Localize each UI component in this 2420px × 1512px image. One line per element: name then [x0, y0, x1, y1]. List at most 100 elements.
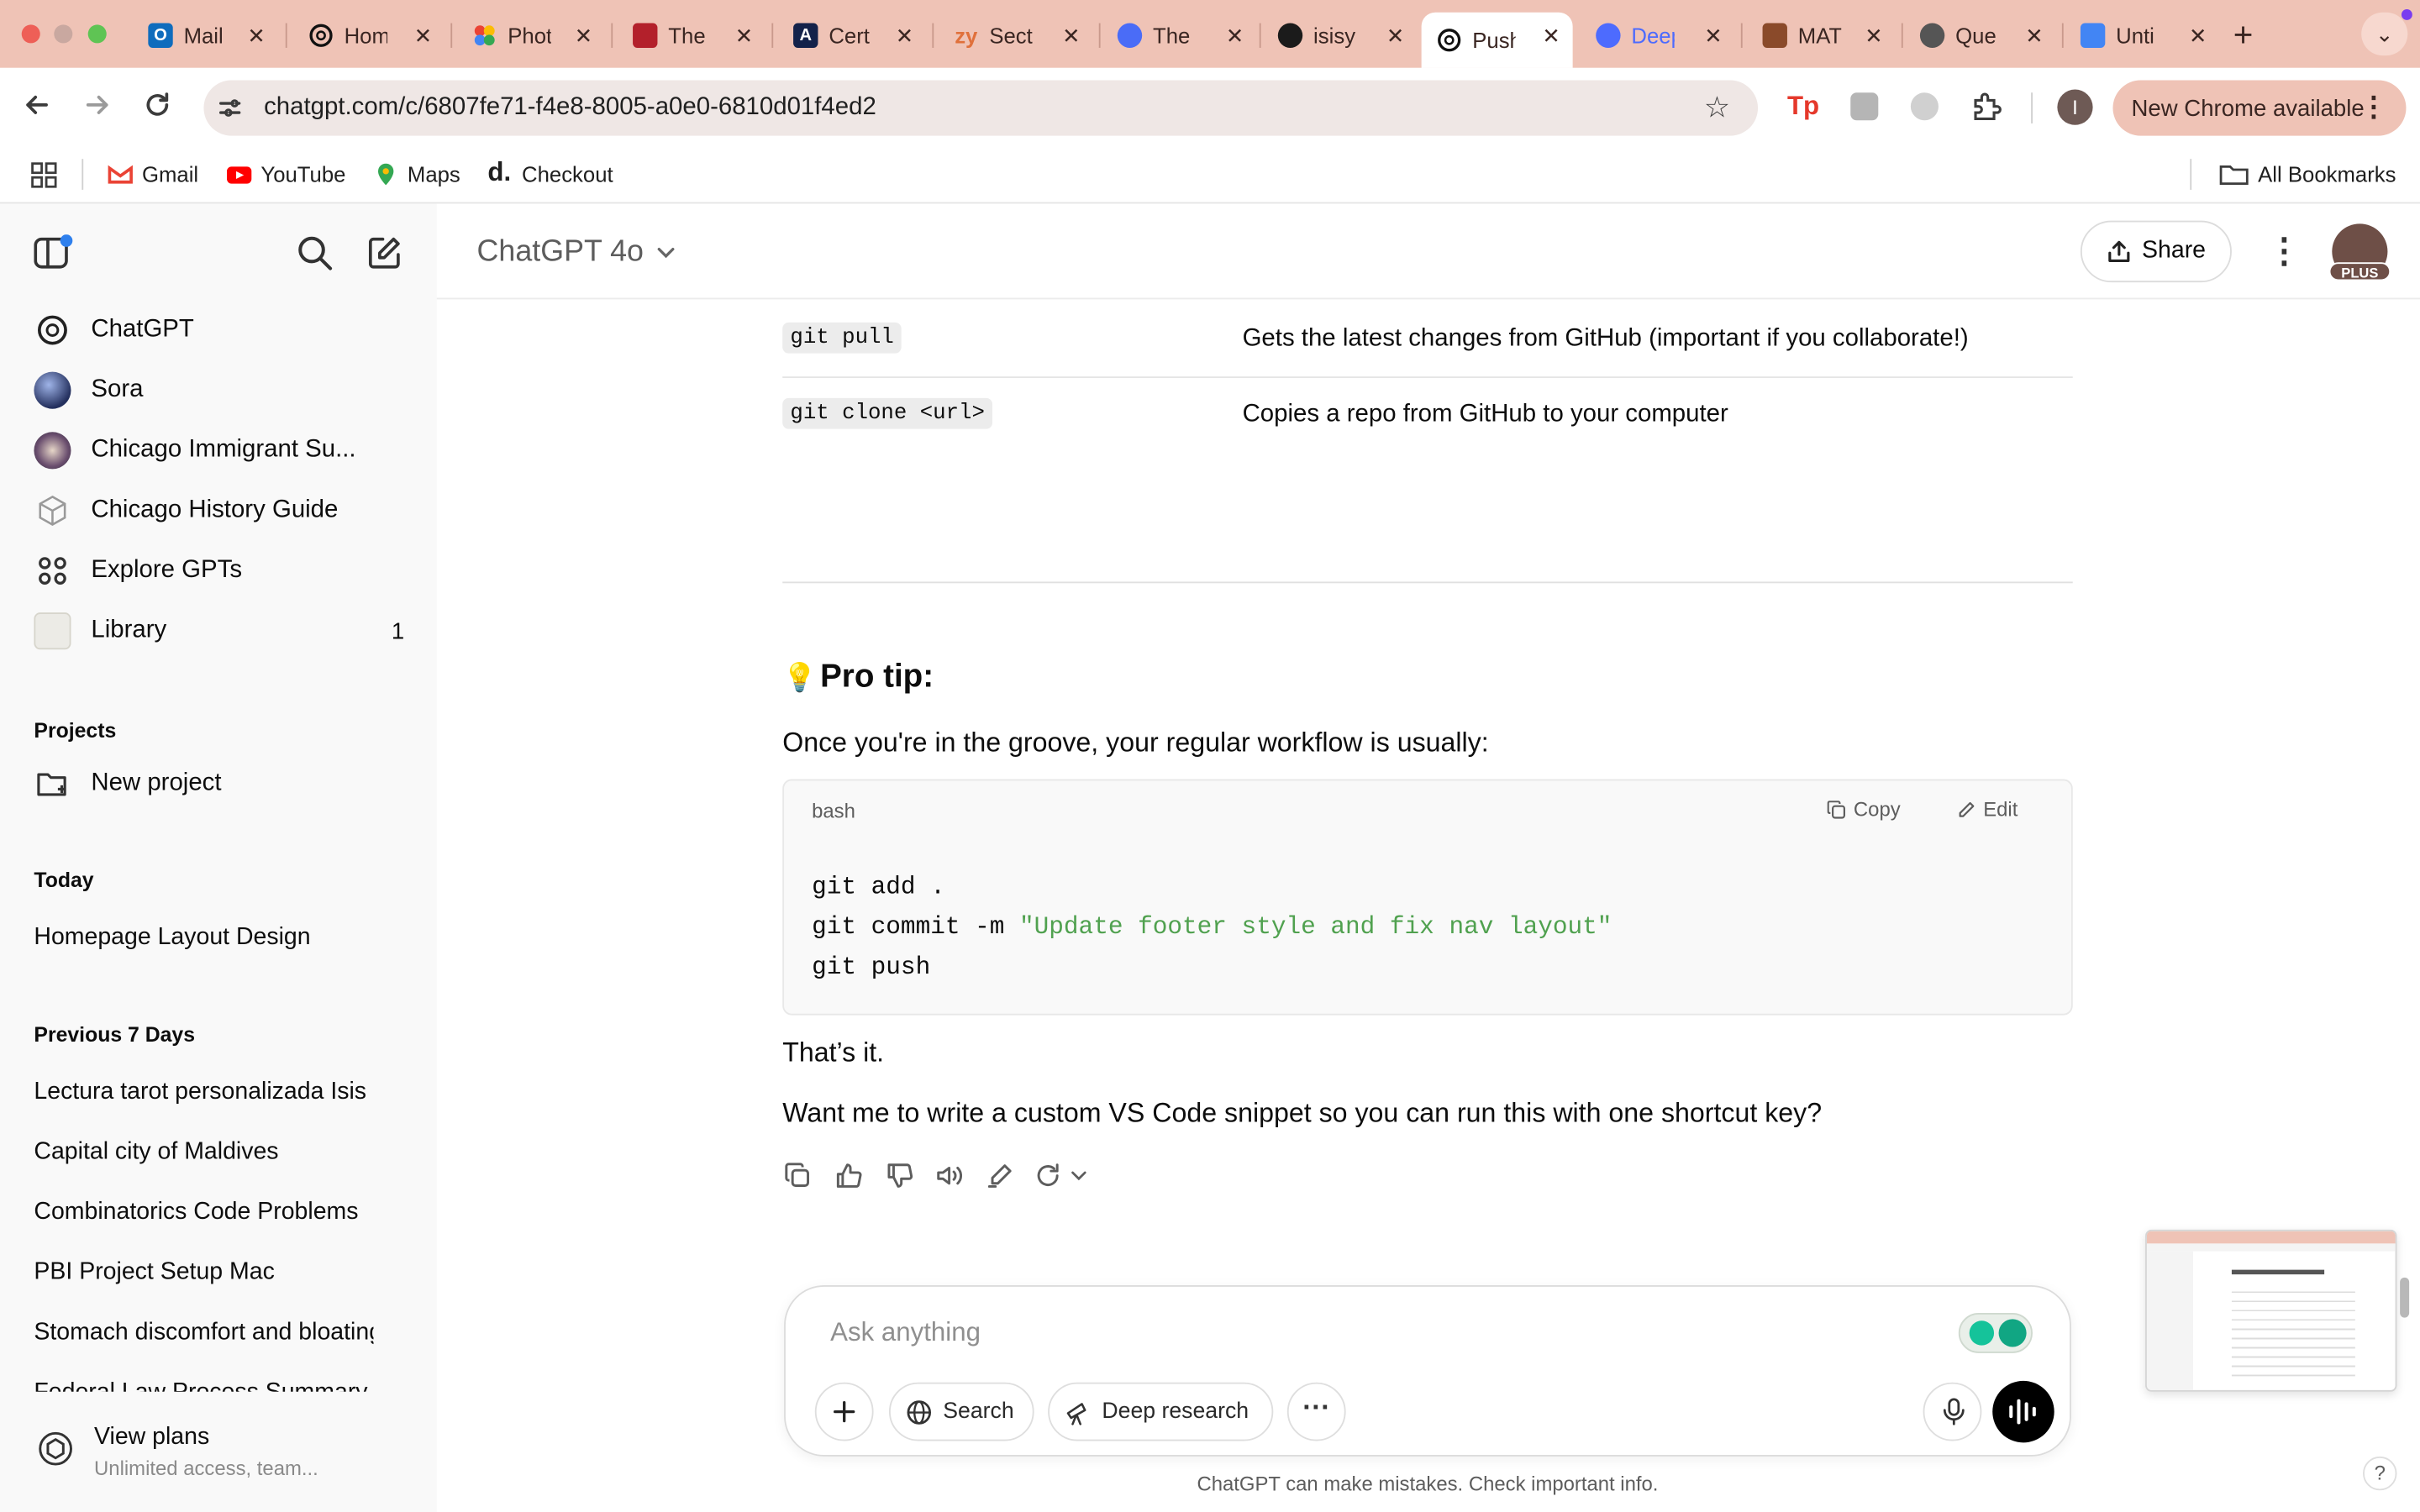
- page-preview-thumbnail[interactable]: [2145, 1229, 2397, 1392]
- code-block: bash Copy Edit git add . git commit -m "…: [782, 779, 2073, 1016]
- forward-icon[interactable]: [82, 90, 113, 121]
- close-tab-icon[interactable]: ✕: [1386, 24, 1405, 50]
- close-window-button[interactable]: [21, 24, 40, 44]
- globe-icon: [906, 1399, 932, 1425]
- attach-button[interactable]: [814, 1382, 874, 1441]
- view-plans-button[interactable]: View plans Unlimited access, team...: [0, 1394, 437, 1512]
- close-tab-icon[interactable]: ✕: [1704, 24, 1723, 50]
- sidebar-item-chatgpt[interactable]: ChatGPT: [34, 312, 194, 349]
- back-icon[interactable]: [22, 90, 53, 121]
- browser-tab[interactable]: Unti ✕: [2065, 13, 2220, 59]
- edit-in-canvas-icon[interactable]: [986, 1162, 1014, 1189]
- close-tab-icon[interactable]: ✕: [1062, 24, 1081, 50]
- bookmark-star-icon[interactable]: ☆: [1704, 91, 1730, 126]
- chat-history-item[interactable]: Capital city of Maldives: [34, 1139, 373, 1167]
- browser-tab[interactable]: Phot ✕: [457, 13, 605, 59]
- bookmark-checkout[interactable]: d. Checkout: [487, 157, 613, 187]
- thumbs-up-icon[interactable]: [835, 1162, 863, 1189]
- table-cell-description: Gets the latest changes from GitHub (imp…: [1242, 325, 1969, 352]
- bookmark-gmail[interactable]: Gmail: [108, 162, 198, 186]
- close-tab-icon[interactable]: ✕: [1226, 24, 1244, 50]
- sidebar-item-chicago-history[interactable]: Chicago History Guide: [34, 492, 338, 529]
- grammarly-extension-icon[interactable]: [1910, 92, 1939, 121]
- folder-icon: [2219, 162, 2249, 186]
- d-icon: d.: [487, 157, 512, 187]
- thumbs-down-icon[interactable]: [886, 1162, 913, 1189]
- extension-icon[interactable]: [1850, 92, 1879, 121]
- share-button[interactable]: Share: [2080, 220, 2232, 283]
- close-tab-icon[interactable]: ✕: [1865, 24, 1883, 50]
- more-tools-icon[interactable]: ···: [1286, 1382, 1346, 1441]
- model-selector[interactable]: ChatGPT 4o: [477, 234, 676, 270]
- sidebar-item-chicago-immigrant[interactable]: Chicago Immigrant Su...: [34, 432, 356, 470]
- mat-icon: [1762, 23, 1787, 48]
- apps-grid-icon[interactable]: [31, 162, 57, 188]
- browser-tab[interactable]: MAT ✕: [1747, 13, 1895, 59]
- browser-tab[interactable]: O Mail ✕: [133, 13, 278, 59]
- chat-history-item[interactable]: Lectura tarot personalizada Isis: [34, 1079, 373, 1106]
- sidebar-item-library[interactable]: Library 1: [34, 612, 404, 650]
- new-tab-icon[interactable]: +: [2233, 15, 2254, 55]
- all-bookmarks[interactable]: All Bookmarks: [2219, 162, 2396, 186]
- browser-tab-active[interactable]: Push ✕: [1421, 12, 1573, 68]
- user-avatar[interactable]: PLUS: [2328, 223, 2391, 281]
- help-button[interactable]: ?: [2363, 1456, 2397, 1491]
- gpt-avatar-icon: [34, 432, 71, 470]
- minimize-window-button[interactable]: [54, 24, 73, 44]
- extension-tp-icon[interactable]: Tp: [1787, 91, 1819, 122]
- close-tab-icon[interactable]: ✕: [2189, 24, 2207, 50]
- copy-response-icon[interactable]: [784, 1162, 812, 1189]
- site-settings-icon[interactable]: [216, 94, 244, 122]
- voice-mode-button[interactable]: [1992, 1380, 2054, 1443]
- toggle-sidebar-icon[interactable]: [34, 234, 74, 271]
- close-tab-icon[interactable]: ✕: [2025, 24, 2044, 50]
- browser-tab[interactable]: The ✕: [1102, 13, 1256, 59]
- sidebar-item-explore-gpts[interactable]: Explore GPTs: [34, 553, 242, 590]
- bookmark-maps[interactable]: Maps: [373, 162, 460, 186]
- browser-tab[interactable]: The ✕: [618, 13, 765, 59]
- chat-history-item[interactable]: PBI Project Setup Mac: [34, 1259, 373, 1287]
- close-tab-icon[interactable]: ✕: [896, 24, 914, 50]
- browser-tab[interactable]: Hom ✕: [293, 13, 445, 59]
- extensions-puzzle-icon[interactable]: [1970, 90, 2003, 123]
- close-tab-icon[interactable]: ✕: [414, 24, 433, 50]
- dictate-button[interactable]: [1923, 1382, 1982, 1441]
- close-tab-icon[interactable]: ✕: [575, 24, 593, 50]
- browser-tab[interactable]: Que ✕: [1905, 13, 2056, 59]
- chat-history-item[interactable]: Federal Law Process Summary: [34, 1379, 373, 1392]
- new-chrome-available-button[interactable]: New Chrome available ⋮: [2112, 80, 2407, 136]
- address-bar[interactable]: chatgpt.com/c/6807fe71-f4e8-8005-a0e0-68…: [203, 80, 1759, 136]
- browser-tab[interactable]: zy Sect ✕: [939, 13, 1093, 59]
- chat-history-item[interactable]: Stomach discomfort and bloating: [34, 1319, 373, 1347]
- edit-code-button[interactable]: Edit: [1957, 798, 2018, 821]
- scrollbar-thumb[interactable]: [2400, 1277, 2410, 1318]
- reload-icon[interactable]: [142, 90, 173, 121]
- close-tab-icon[interactable]: ✕: [247, 24, 266, 50]
- bookmark-youtube[interactable]: YouTube: [227, 162, 345, 186]
- fullscreen-window-button[interactable]: [87, 24, 107, 44]
- search-tool-button[interactable]: Search: [888, 1382, 1034, 1441]
- chat-history-item[interactable]: Combinatorics Code Problems: [34, 1199, 373, 1226]
- close-tab-icon[interactable]: ✕: [735, 24, 754, 50]
- search-chats-icon[interactable]: [297, 234, 334, 271]
- new-chat-icon[interactable]: [366, 234, 402, 271]
- sidebar-item-sora[interactable]: Sora: [34, 371, 143, 409]
- profile-avatar[interactable]: I: [2057, 89, 2093, 125]
- deep-research-button[interactable]: Deep research: [1048, 1382, 1274, 1441]
- new-project-button[interactable]: New project: [34, 765, 222, 802]
- close-tab-icon[interactable]: ✕: [1542, 24, 1560, 50]
- browser-tab[interactable]: Deep ✕: [1581, 13, 1735, 59]
- browser-tab[interactable]: isisy ✕: [1262, 13, 1417, 59]
- browser-tab[interactable]: A Cert ✕: [778, 13, 926, 59]
- more-options-icon[interactable]: ⋮: [2267, 232, 2301, 272]
- copy-code-button[interactable]: Copy: [1827, 798, 1901, 821]
- browser-tab-strip: O Mail ✕ Hom ✕ Phot ✕ The ✕ A Cert ✕ zy …: [0, 0, 2420, 68]
- message-input[interactable]: Ask anything: [830, 1318, 981, 1349]
- microphone-icon: [1942, 1398, 1966, 1425]
- chat-history-item[interactable]: Homepage Layout Design: [34, 924, 373, 952]
- read-aloud-icon[interactable]: [935, 1162, 963, 1189]
- grammarly-widget[interactable]: [1958, 1313, 2033, 1353]
- tab-search-chevron-icon[interactable]: ⌄: [2361, 12, 2408, 56]
- youtube-icon: [227, 162, 252, 186]
- regenerate-icon[interactable]: [1035, 1162, 1091, 1189]
